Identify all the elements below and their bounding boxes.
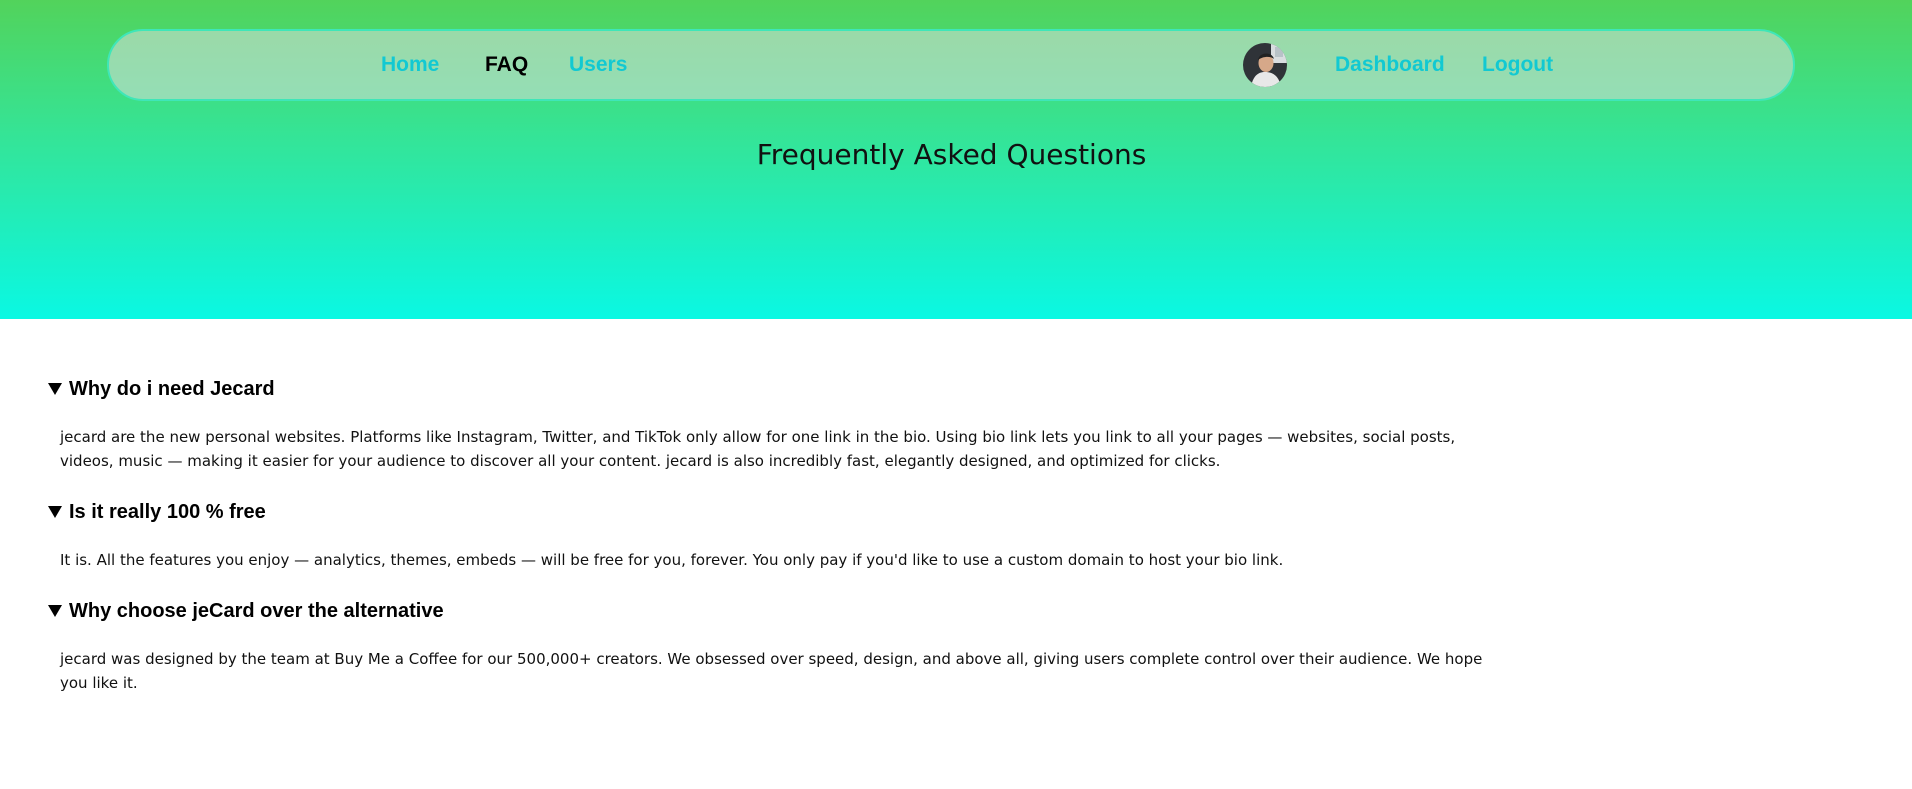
faq-item: Why do i need Jecard jecard are the new … xyxy=(47,372,1507,473)
faq-question: Why do i need Jecard xyxy=(69,377,275,400)
top-navbar: Home FAQ Users Dashboard Logout xyxy=(107,29,1795,101)
faq-answer: jecard was designed by the team at Buy M… xyxy=(60,650,1483,692)
nav-link-logout[interactable]: Logout xyxy=(1482,31,1553,99)
faq-question: Is it really 100 % free xyxy=(69,500,266,523)
expanded-triangle-icon xyxy=(48,605,62,617)
nav-link-users[interactable]: Users xyxy=(569,31,627,99)
faq-list: Why do i need Jecard jecard are the new … xyxy=(47,372,1507,695)
faq-question-toggle[interactable]: Why choose jeCard over the alternative xyxy=(47,594,1507,628)
page-title: Frequently Asked Questions xyxy=(756,138,1147,171)
faq-item: Why choose jeCard over the alternative j… xyxy=(47,594,1507,695)
faq-answer: It is. All the features you enjoy — anal… xyxy=(60,551,1284,569)
expanded-triangle-icon xyxy=(48,383,62,395)
user-avatar-icon[interactable] xyxy=(1243,43,1287,87)
expanded-triangle-icon xyxy=(48,506,62,518)
nav-link-home[interactable]: Home xyxy=(381,31,439,99)
nav-link-faq[interactable]: FAQ xyxy=(485,31,528,99)
faq-answer: jecard are the new personal websites. Pl… xyxy=(60,428,1456,470)
faq-item: Is it really 100 % free It is. All the f… xyxy=(47,495,1507,572)
hero-banner: Home FAQ Users Dashboard Logout Frequent… xyxy=(0,0,1912,319)
faq-question: Why choose jeCard over the alternative xyxy=(69,599,444,622)
faq-question-toggle[interactable]: Is it really 100 % free xyxy=(47,495,1507,529)
faq-question-toggle[interactable]: Why do i need Jecard xyxy=(47,372,1507,406)
nav-link-dashboard[interactable]: Dashboard xyxy=(1335,31,1445,99)
